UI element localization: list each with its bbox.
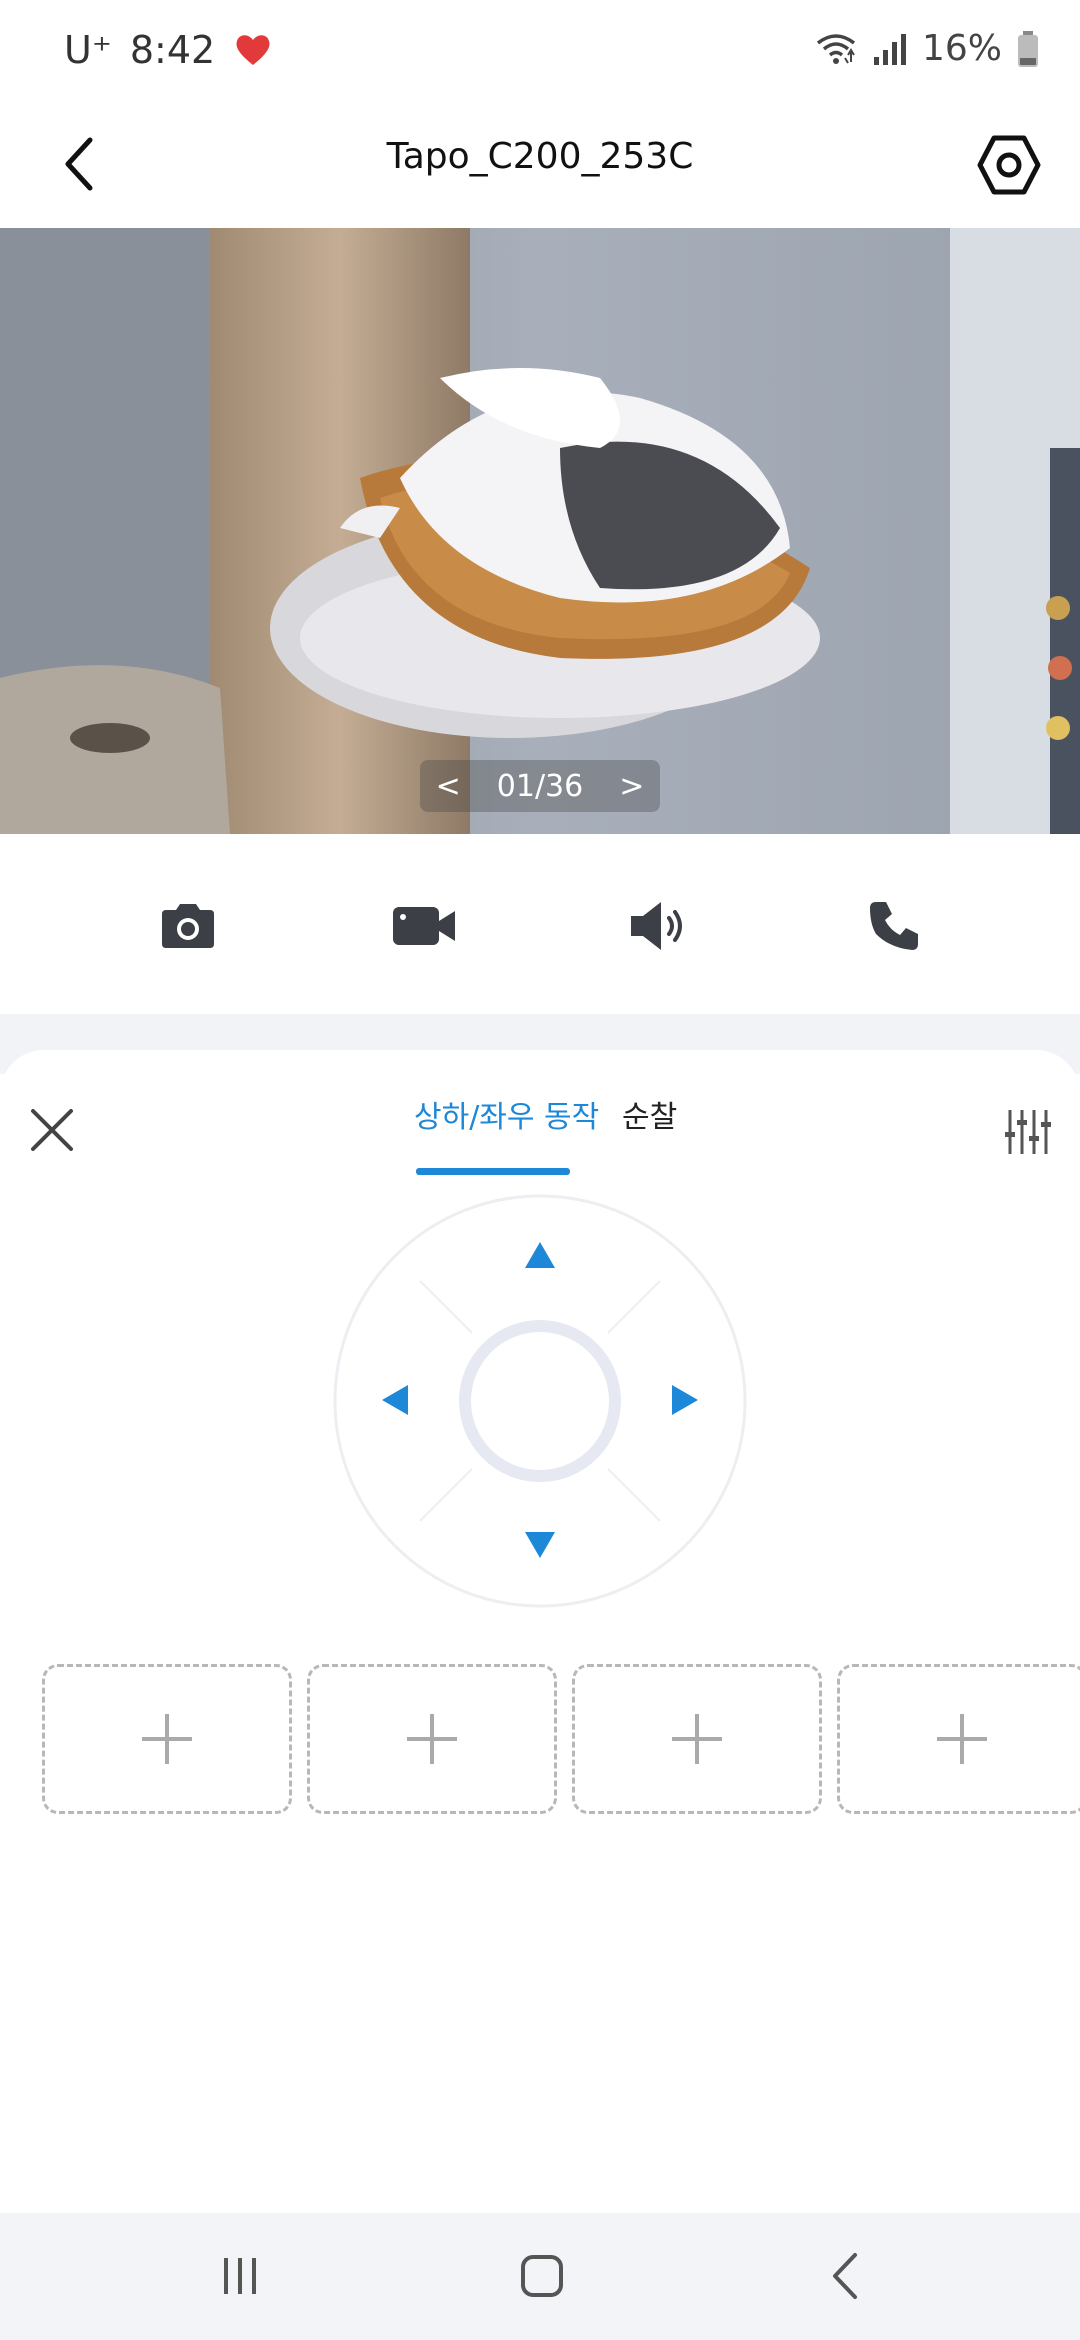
app-header: Tapo_C200_253C	[0, 100, 1080, 228]
status-left: U⁺ 8:42	[64, 28, 273, 72]
speaker-icon	[631, 902, 682, 950]
left-arrow-button[interactable]	[380, 1383, 410, 1417]
camera-frame-image	[0, 228, 1080, 834]
wifi-icon	[816, 33, 856, 64]
right-arrow-button[interactable]	[670, 1383, 700, 1417]
carrier-label: U⁺	[64, 28, 112, 72]
camera-icon	[162, 904, 214, 948]
settings-button[interactable]	[964, 120, 1054, 210]
home-icon	[521, 2255, 563, 2297]
recent-apps-icon	[224, 2258, 256, 2294]
camera-action-bar	[0, 834, 1080, 1014]
battery-percent: 16%	[921, 28, 1002, 69]
plus-icon	[142, 1714, 192, 1764]
tab-pan-tilt[interactable]: 상하/좌우 동작	[414, 1092, 599, 1136]
phone-icon	[870, 902, 918, 950]
speaker-button[interactable]	[618, 886, 698, 966]
record-button[interactable]	[384, 886, 464, 966]
close-panel-button[interactable]	[22, 1100, 82, 1160]
preset-slot-1[interactable]	[42, 1664, 292, 1814]
clock: 8:42	[129, 28, 216, 72]
back-icon	[833, 2253, 857, 2299]
video-record-icon	[393, 907, 455, 945]
preset-slot-2[interactable]	[307, 1664, 557, 1814]
status-bar: U⁺ 8:42 16%	[0, 0, 1080, 100]
down-arrow-button[interactable]	[523, 1530, 557, 1560]
adjust-settings-button[interactable]	[998, 1102, 1058, 1162]
nav-back-button[interactable]	[804, 2241, 884, 2311]
active-tab-indicator	[416, 1168, 570, 1175]
system-nav-bar	[0, 2213, 1080, 2340]
plus-icon	[672, 1714, 722, 1764]
plus-icon	[407, 1714, 457, 1764]
frame-page-indicator: < 01/36 >	[420, 760, 660, 812]
home-button[interactable]	[502, 2241, 582, 2311]
tab-patrol[interactable]: 순찰	[622, 1092, 677, 1136]
preset-slot-4[interactable]	[837, 1664, 1080, 1814]
camera-live-view[interactable]: < 01/36 >	[0, 228, 1080, 834]
sliders-icon	[1005, 1110, 1051, 1154]
hex-settings-icon	[977, 135, 1041, 195]
up-arrow-button[interactable]	[523, 1240, 557, 1270]
frame-counter: 01/36	[496, 768, 584, 804]
call-button[interactable]	[854, 886, 934, 966]
signal-icon	[873, 33, 906, 65]
heart-icon	[236, 35, 270, 65]
close-icon	[31, 1109, 73, 1151]
snapshot-button[interactable]	[148, 886, 228, 966]
status-right: 16%	[814, 28, 1040, 69]
page-title: Tapo_C200_253C	[386, 136, 694, 177]
plus-icon	[937, 1714, 987, 1764]
recent-apps-button[interactable]	[200, 2241, 280, 2311]
next-frame-button[interactable]: >	[619, 769, 644, 804]
preset-slots	[0, 1660, 1080, 1820]
preset-slot-3[interactable]	[572, 1664, 822, 1814]
prev-frame-button[interactable]: <	[436, 769, 461, 804]
battery-icon	[1018, 30, 1038, 67]
